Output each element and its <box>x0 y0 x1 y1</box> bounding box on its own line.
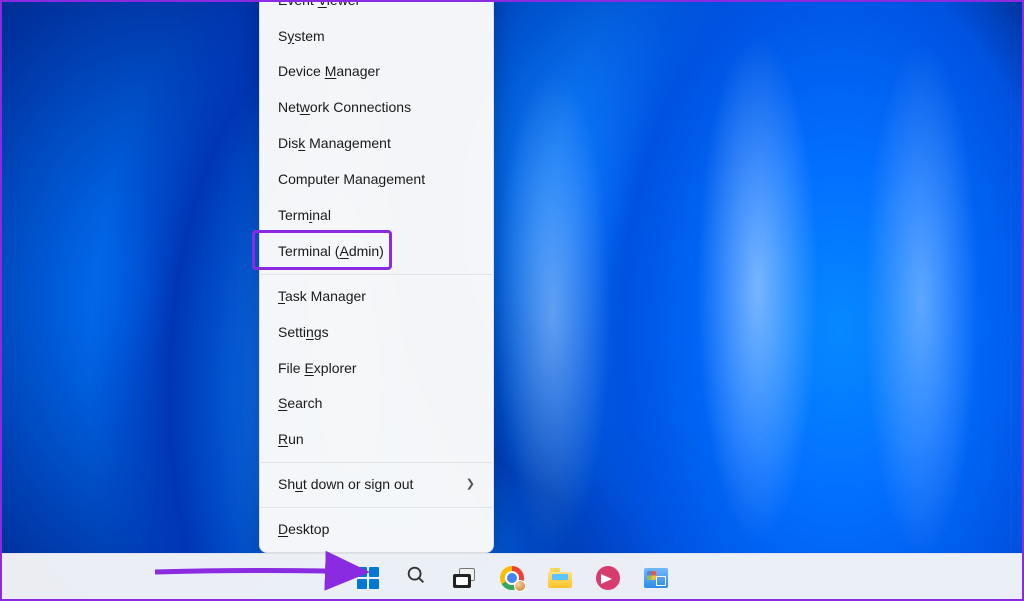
menu-item-file-explorer[interactable]: File Explorer <box>260 351 493 387</box>
menu-item-computer-management[interactable]: Computer Management <box>260 162 493 198</box>
start-button[interactable] <box>348 558 388 598</box>
taskbar-control-panel[interactable] <box>636 558 676 598</box>
taskbar <box>0 553 1024 601</box>
menu-item-terminal-admin[interactable]: Terminal (Admin) <box>260 234 493 270</box>
taskbar-app-share[interactable] <box>588 558 628 598</box>
menu-item-network-connections[interactable]: Network Connections <box>260 90 493 126</box>
menu-separator <box>261 507 492 508</box>
menu-item-task-manager[interactable]: Task Manager <box>260 279 493 315</box>
chrome-badge-icon <box>514 580 526 592</box>
chrome-icon <box>500 566 524 590</box>
menu-item-shutdown-signout[interactable]: Shut down or sign out ❯ <box>260 467 493 503</box>
chevron-right-icon: ❯ <box>466 477 475 492</box>
menu-item-settings[interactable]: Settings <box>260 315 493 351</box>
file-explorer-icon <box>548 568 572 588</box>
taskbar-task-view[interactable] <box>444 558 484 598</box>
menu-text: Event <box>278 0 318 8</box>
menu-item-terminal[interactable]: Terminal <box>260 198 493 234</box>
menu-item-disk-management[interactable]: Disk Management <box>260 126 493 162</box>
task-view-icon <box>453 568 475 588</box>
menu-item-desktop[interactable]: Desktop <box>260 512 493 548</box>
menu-item-system[interactable]: System <box>260 19 493 55</box>
menu-separator <box>261 462 492 463</box>
power-user-menu: Event Viewer System Device Manager Netwo… <box>259 0 494 553</box>
menu-separator <box>261 274 492 275</box>
taskbar-search[interactable] <box>396 558 436 598</box>
menu-item-search[interactable]: Search <box>260 386 493 422</box>
taskbar-chrome[interactable] <box>492 558 532 598</box>
menu-item-event-viewer[interactable]: Event Viewer <box>260 0 493 19</box>
taskbar-file-explorer[interactable] <box>540 558 580 598</box>
share-arrow-icon <box>596 566 620 590</box>
menu-item-run[interactable]: Run <box>260 422 493 458</box>
desktop-wallpaper <box>0 0 1024 601</box>
search-icon <box>405 564 427 591</box>
windows-start-icon <box>357 567 379 589</box>
menu-item-device-manager[interactable]: Device Manager <box>260 54 493 90</box>
control-panel-icon <box>644 568 668 588</box>
